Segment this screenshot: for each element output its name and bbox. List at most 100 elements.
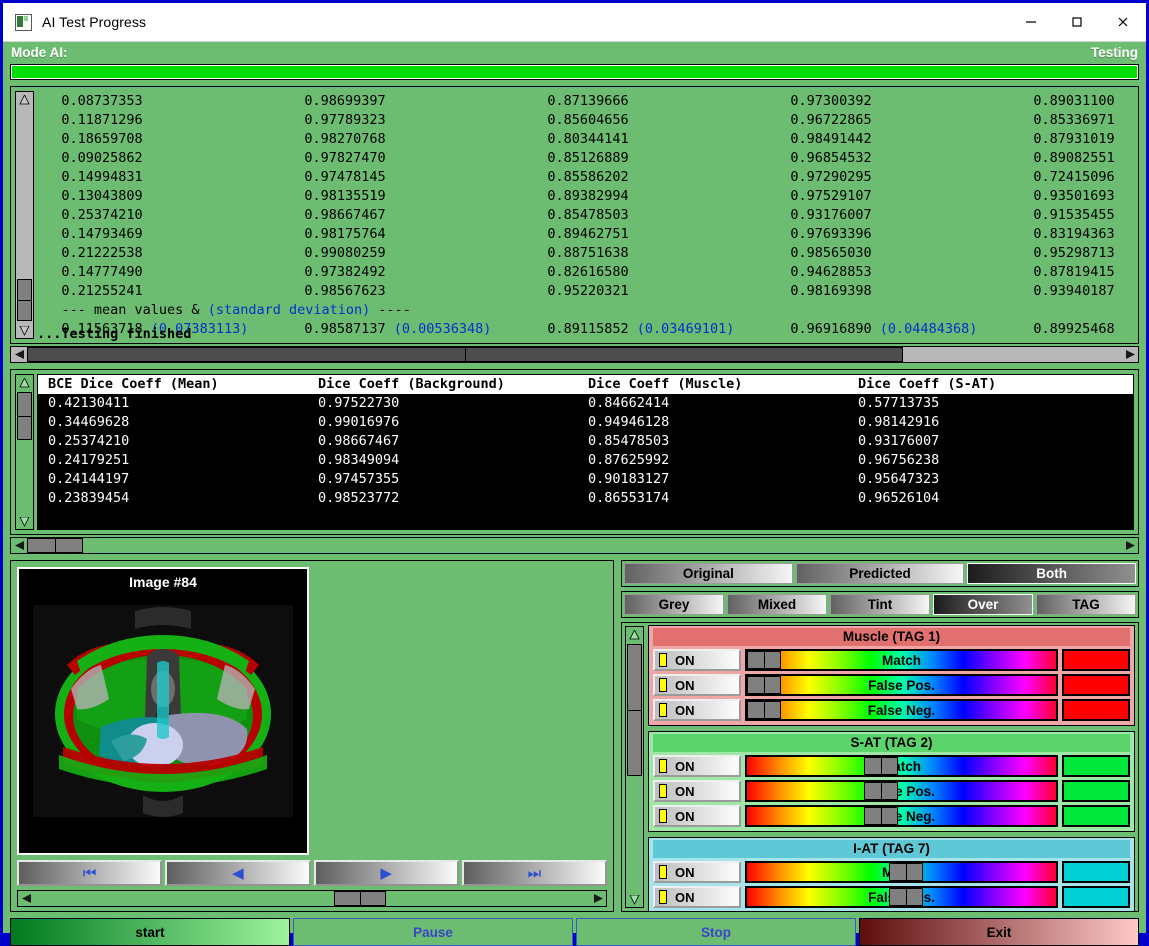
tag-color-swatch[interactable] [1062,886,1130,908]
table-vertical-scrollbar[interactable] [15,374,34,530]
minimize-icon[interactable] [1008,3,1054,41]
tag-slider-thumb[interactable] [864,807,899,825]
log-row: 0.25374210 0.98667467 0.85478503 0.93176… [37,206,1138,225]
tag-toggle-button[interactable]: ON [653,780,741,802]
tag-threshold-slider[interactable]: Match [745,649,1058,671]
table-cell: 0.96756238 [858,452,940,468]
table-scroll-thumb[interactable] [17,392,32,440]
tag-toggle-button[interactable]: ON [653,886,741,908]
tab-original[interactable]: Original [624,563,793,584]
previous-image-button[interactable]: ◀ [165,860,311,886]
image-hscroll-thumb[interactable] [334,891,387,906]
table-row[interactable]: 0.25374210 0.98667467 0.85478503 0.93176007 [38,432,1133,451]
log-cell: 0.98135519 [280,188,386,204]
log-cell: 0.93501693 [1009,188,1115,204]
close-icon[interactable] [1100,3,1146,41]
pause-button[interactable]: Pause [293,918,573,946]
tag-toggle-button[interactable]: ON [653,674,741,696]
tag-threshold-slider[interactable]: False Neg. [745,699,1058,721]
log-horizontal-scrollbar[interactable] [10,346,1139,363]
log-cell: 0.87931019 [1009,131,1115,147]
tag-vertical-scrollbar[interactable] [625,626,644,908]
stop-button[interactable]: Stop [576,918,856,946]
tag-threshold-slider[interactable]: Match [745,755,1058,777]
scroll-down-icon[interactable] [626,892,643,907]
tag-color-swatch[interactable] [1062,780,1130,802]
scroll-right-icon[interactable] [1122,538,1138,553]
tag-color-swatch[interactable] [1062,805,1130,827]
first-image-button[interactable]: ⏮ [17,860,163,886]
table-row[interactable]: 0.23839454 0.98523772 0.86553174 0.96526104 [38,489,1133,508]
table-cell: 0.97522730 [318,395,400,411]
tag-slider-thumb[interactable] [747,676,781,694]
log-vertical-scrollbar[interactable] [15,91,34,339]
table-row[interactable]: 0.42130411 0.97522730 0.84662414 0.57713735 [38,394,1133,413]
log-scroll-track[interactable] [16,107,33,323]
image-title: Image #84 [129,574,197,590]
log-hscroll-thumb[interactable] [27,347,903,362]
scroll-left-icon[interactable] [11,347,27,362]
scroll-down-icon[interactable] [16,323,33,338]
start-button[interactable]: start [10,918,290,946]
tab-tag[interactable]: TAG [1036,594,1136,615]
scroll-right-icon[interactable] [590,891,606,906]
tag-color-swatch[interactable] [1062,755,1130,777]
image-horizontal-scrollbar[interactable] [17,890,607,907]
tab-tint[interactable]: Tint [830,594,930,615]
log-text-area[interactable]: 0.08737353 0.98699397 0.87139666 0.97300… [37,87,1138,343]
tag-slider-thumb[interactable] [864,757,899,775]
tab-mixed[interactable]: Mixed [727,594,827,615]
tag-threshold-slider[interactable]: False Pos. [745,886,1058,908]
tag-toggle-button[interactable]: ON [653,805,741,827]
tag-slider-thumb[interactable] [889,863,924,881]
tag-threshold-slider[interactable]: False Neg. [745,805,1058,827]
next-image-button[interactable]: ▶ [313,860,459,886]
table-horizontal-scrollbar[interactable] [10,537,1139,554]
tag-slider-thumb[interactable] [864,782,899,800]
tag-toggle-button[interactable]: ON [653,649,741,671]
tag-slider-thumb[interactable] [889,888,924,906]
tag-scroll-track[interactable] [626,642,643,892]
scan-image[interactable]: Image #84 [17,567,309,855]
scroll-up-icon[interactable] [16,375,33,390]
log-scroll-thumb[interactable] [17,279,32,321]
tag-threshold-slider[interactable]: False Pos. [745,674,1058,696]
table-row[interactable]: 0.24179251 0.98349094 0.87625992 0.96756238 [38,451,1133,470]
table-scroll-track[interactable] [16,390,33,514]
table-row[interactable]: 0.24144197 0.97457355 0.90183127 0.95647323 [38,470,1133,489]
tag-threshold-slider[interactable]: False Pos. [745,780,1058,802]
tab-grey[interactable]: Grey [624,594,724,615]
tag-scroll-thumb[interactable] [627,644,642,776]
tag-toggle-button[interactable]: ON [653,699,741,721]
metrics-table[interactable]: BCE Dice Coeff (Mean) Dice Coeff (Backgro… [37,374,1134,530]
maximize-icon[interactable] [1054,3,1100,41]
scroll-down-icon[interactable] [16,514,33,529]
tag-color-swatch[interactable] [1062,699,1130,721]
tag-color-swatch[interactable] [1062,861,1130,883]
tag-toggle-button[interactable]: ON [653,861,741,883]
log-cell: 0.97478145 [280,169,386,185]
tab-over[interactable]: Over [933,594,1033,615]
scroll-left-icon[interactable] [11,538,27,553]
table-cell: 0.93176007 [858,433,940,449]
tag-slider-thumb[interactable] [747,651,781,669]
scroll-right-icon[interactable] [1122,347,1138,362]
tag-threshold-slider[interactable]: Match [745,861,1058,883]
scroll-up-icon[interactable] [626,627,643,642]
tag-slider-thumb[interactable] [747,701,781,719]
tag-color-swatch[interactable] [1062,649,1130,671]
tab-predicted[interactable]: Predicted [795,563,965,584]
scroll-left-icon[interactable] [18,891,34,906]
exit-button[interactable]: Exit [859,918,1139,946]
tag-toggle-button[interactable]: ON [653,755,741,777]
table-row[interactable]: 0.34469628 0.99016976 0.94946128 0.98142916 [38,413,1133,432]
tag-toggle-label: ON [675,808,695,824]
table-hscroll-track[interactable] [27,538,1122,553]
image-hscroll-track[interactable] [34,891,590,906]
table-hscroll-thumb[interactable] [27,538,83,553]
tag-color-swatch[interactable] [1062,674,1130,696]
tab-both[interactable]: Both [967,563,1137,584]
log-hscroll-track[interactable] [27,347,1122,362]
last-image-button[interactable]: ⏭ [461,860,607,886]
scroll-up-icon[interactable] [16,92,33,107]
